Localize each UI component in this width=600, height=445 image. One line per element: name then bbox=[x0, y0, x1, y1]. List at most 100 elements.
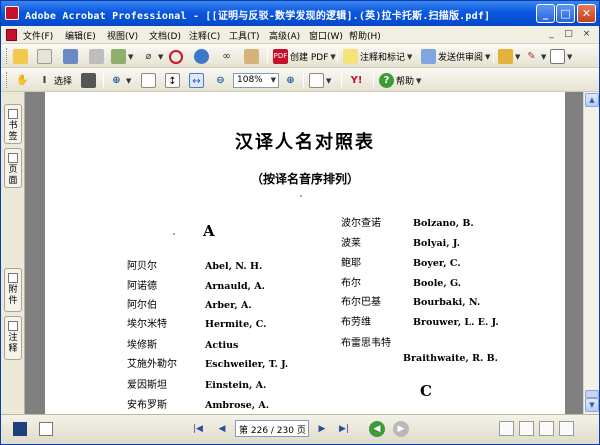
select-label: 选择 bbox=[54, 77, 73, 87]
comment-markup-button[interactable]: 注释和标记 ▼ bbox=[343, 48, 412, 65]
forms-button[interactable]: ▼ bbox=[550, 48, 572, 65]
open-button[interactable] bbox=[13, 48, 28, 65]
send-review-label: 发送供审阅 bbox=[438, 53, 484, 63]
chevron-down-icon: ▼ bbox=[485, 52, 491, 61]
menu-view[interactable]: 视图(V) bbox=[107, 29, 138, 42]
zoom-in-button[interactable]: ⊕ bbox=[283, 72, 298, 89]
print-button[interactable] bbox=[89, 48, 104, 65]
window-title: Adobe Acrobat Professional - [[证明与反驳-数学发… bbox=[25, 11, 491, 22]
actual-size-button[interactable] bbox=[141, 72, 156, 89]
save-button[interactable] bbox=[63, 48, 78, 65]
menu-advanced[interactable]: 高级(A) bbox=[269, 29, 300, 42]
organizer-button[interactable]: ▼ bbox=[111, 48, 133, 65]
chevron-down-icon: ▼ bbox=[158, 52, 164, 61]
scan-speck bbox=[173, 233, 175, 235]
menu-file[interactable]: 文件(F) bbox=[23, 29, 53, 42]
page-number-field[interactable]: 第 226 / 230 页 bbox=[235, 420, 309, 437]
binoculars-icon: ∞ bbox=[222, 51, 231, 62]
scroll-thumb[interactable] bbox=[585, 390, 599, 398]
tab-bookmarks[interactable]: 书签 bbox=[4, 104, 22, 144]
rotate-view-button[interactable]: ▼ bbox=[309, 72, 331, 89]
secure-button[interactable] bbox=[169, 48, 183, 65]
menu-document[interactable]: 文档(D) bbox=[149, 29, 181, 42]
tab-pages-label: 页面 bbox=[8, 165, 18, 186]
chevron-down-icon: ▼ bbox=[270, 76, 276, 84]
doc-restore-button[interactable]: □ bbox=[563, 29, 574, 40]
list-item: 埃修斯 Actius bbox=[127, 340, 239, 351]
hand-tool-button[interactable]: ✋ bbox=[15, 72, 30, 89]
help-icon: ? bbox=[379, 73, 394, 88]
first-page-button[interactable]: |◀ bbox=[191, 422, 205, 436]
scroll-down-button[interactable]: ▼ bbox=[585, 398, 599, 412]
zoom-out-button[interactable]: ⊖ bbox=[213, 72, 228, 89]
fit-width-button[interactable]: ↔ bbox=[189, 72, 204, 89]
zoom-in-icon: ⊕ bbox=[286, 75, 295, 86]
snapshot-button[interactable] bbox=[81, 72, 96, 89]
single-page-layout-button[interactable] bbox=[499, 421, 514, 436]
lock-icon bbox=[498, 49, 513, 64]
menu-comments[interactable]: 注释(C) bbox=[189, 29, 220, 42]
menu-help[interactable]: 帮助(H) bbox=[349, 29, 381, 42]
vertical-scrollbar[interactable]: ▲ ▼ bbox=[583, 92, 599, 414]
menu-tools[interactable]: 工具(T) bbox=[229, 29, 260, 42]
document-properties-icon[interactable] bbox=[39, 422, 53, 436]
create-pdf-button[interactable]: PDF 创建 PDF ▼ bbox=[273, 48, 336, 65]
help-label: 帮助 bbox=[396, 77, 415, 87]
secure-document-button[interactable]: ▼ bbox=[498, 48, 520, 65]
facing-layout-button[interactable] bbox=[539, 421, 554, 436]
continuous-layout-button[interactable] bbox=[519, 421, 534, 436]
continuous-facing-layout-button[interactable] bbox=[559, 421, 574, 436]
read-aloud-button[interactable] bbox=[244, 48, 259, 65]
fit-page-button[interactable]: ↕ bbox=[165, 72, 180, 89]
page-layout-icon[interactable] bbox=[13, 422, 27, 436]
chevron-down-icon: ▼ bbox=[407, 52, 413, 61]
fit-page-icon: ↕ bbox=[165, 73, 180, 88]
select-tool-button[interactable]: I 选择 bbox=[37, 72, 72, 89]
send-review-icon bbox=[421, 49, 436, 64]
create-pdf-from-file-button[interactable] bbox=[37, 48, 52, 65]
email-button[interactable] bbox=[194, 48, 209, 65]
last-page-button[interactable]: ▶| bbox=[337, 422, 351, 436]
title-bar: Adobe Acrobat Professional - [[证明与反驳-数学发… bbox=[1, 1, 599, 26]
close-button[interactable]: ✕ bbox=[577, 4, 596, 23]
navigation-pane-tabs: 书签 页面 附件 注释 bbox=[1, 92, 25, 414]
previous-page-button[interactable]: ◀ bbox=[215, 422, 229, 436]
status-bar: |◀ ◀ 第 226 / 230 页 ▶ ▶| ◀ ▶ bbox=[1, 414, 599, 444]
chevron-down-icon: ▼ bbox=[515, 52, 521, 61]
minimize-button[interactable]: _ bbox=[536, 4, 555, 23]
go-forward-button[interactable]: ▶ bbox=[393, 421, 409, 437]
section-heading-c: C bbox=[420, 382, 432, 400]
organizer-icon bbox=[111, 49, 126, 64]
help-button[interactable]: ? 帮助 ▼ bbox=[379, 72, 421, 89]
list-item: 布尔 Boole, G. bbox=[341, 278, 462, 289]
toolbar-grip[interactable] bbox=[6, 72, 9, 88]
rotate-page-icon bbox=[309, 73, 324, 88]
tab-attachments[interactable]: 附件 bbox=[4, 268, 22, 312]
list-item: 布雷思韦特 bbox=[341, 338, 391, 349]
chevron-down-icon: ▼ bbox=[567, 52, 573, 61]
attach-button[interactable]: ⌀ ▼ bbox=[141, 48, 163, 65]
zoom-tool-button[interactable]: ⊕ ▼ bbox=[109, 72, 131, 89]
doc-minimize-button[interactable]: _ bbox=[546, 29, 557, 40]
sign-button[interactable]: ✎ ▼ bbox=[524, 48, 546, 65]
doc-close-button[interactable]: × bbox=[581, 29, 592, 40]
document-view[interactable]: 汉译人名对照表 （按译名音序排列） A 阿贝尔 Abel, N. H. 阿诺德 Ar… bbox=[25, 92, 583, 414]
menu-edit[interactable]: 编辑(E) bbox=[65, 29, 96, 42]
toolbar-separator bbox=[341, 73, 342, 87]
tab-pages[interactable]: 页面 bbox=[4, 148, 22, 188]
tab-comments[interactable]: 注释 bbox=[4, 316, 22, 360]
yahoo-search-button[interactable]: Y! bbox=[349, 72, 364, 89]
search-button[interactable]: ∞ bbox=[219, 48, 234, 65]
maximize-button[interactable]: □ bbox=[556, 4, 575, 23]
toolbar-grip[interactable] bbox=[6, 48, 9, 64]
pdf-page[interactable]: 汉译人名对照表 （按译名音序排列） A 阿贝尔 Abel, N. H. 阿诺德 Ar… bbox=[45, 92, 565, 414]
send-review-button[interactable]: 发送供审阅 ▼ bbox=[421, 48, 490, 65]
next-page-button[interactable]: ▶ bbox=[315, 422, 329, 436]
toolbar-separator bbox=[267, 49, 268, 63]
go-back-button[interactable]: ◀ bbox=[369, 421, 385, 437]
menu-window[interactable]: 窗口(W) bbox=[309, 29, 343, 42]
zoom-level-select[interactable]: 108% ▼ bbox=[233, 73, 279, 88]
document-icon[interactable] bbox=[6, 29, 17, 41]
scroll-up-button[interactable]: ▲ bbox=[585, 93, 599, 107]
toolbar-separator bbox=[337, 49, 338, 63]
